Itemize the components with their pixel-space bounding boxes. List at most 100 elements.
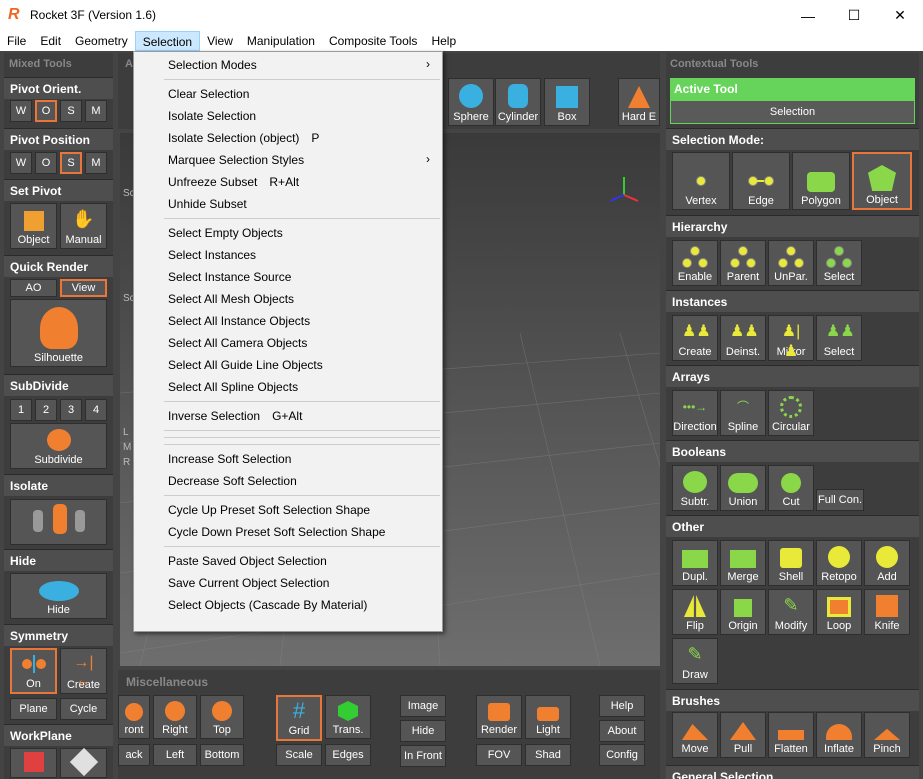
image-button[interactable]: Image — [400, 695, 446, 717]
menu-item-select-all-instance-objects[interactable]: Select All Instance Objects — [168, 311, 438, 331]
pivot-orient-o[interactable]: O — [35, 100, 57, 122]
menu-item-select-instance-source[interactable]: Select Instance Source — [168, 267, 438, 287]
menu-geometry[interactable]: Geometry — [68, 31, 135, 51]
array-spline-button[interactable]: ⌒ Spline — [720, 390, 766, 436]
menu-item-marquee-selection-styles[interactable]: Marquee Selection Styles — [168, 150, 438, 170]
help-button[interactable]: Help — [599, 695, 645, 717]
pivot-position-w[interactable]: W — [10, 152, 32, 174]
menu-item-unfreeze-subset[interactable]: Unfreeze Subset R+Alt — [168, 172, 438, 192]
fov-button[interactable]: FOV — [476, 744, 522, 766]
menu-item-select-instances[interactable]: Select Instances — [168, 245, 438, 265]
menu-item-save-current-object-selection[interactable]: Save Current Object Selection — [168, 573, 438, 593]
menu-item-isolate-selection-object[interactable]: Isolate Selection (object) P — [168, 128, 438, 148]
symmetry-on-button[interactable]: On — [10, 648, 57, 694]
menu-item-decrease-soft-selection[interactable]: Decrease Soft Selection — [168, 471, 438, 491]
menu-item-isolate-selection[interactable]: Isolate Selection — [168, 106, 438, 126]
pivot-orient-s[interactable]: S — [60, 100, 82, 122]
duplicate-button[interactable]: Dupl. — [672, 540, 718, 586]
bottom-view-button[interactable]: Bottom — [200, 744, 244, 766]
menu-item-paste-saved-object-selection[interactable]: Paste Saved Object Selection — [168, 551, 438, 571]
instances-create-button[interactable]: ♟♟ Create — [672, 315, 718, 361]
set-pivot-object-button[interactable]: Object — [10, 203, 57, 249]
hard-edge-button[interactable]: Hard E — [618, 78, 660, 126]
config-button[interactable]: Config — [599, 744, 645, 766]
brush-inflate-button[interactable]: Inflate — [816, 712, 862, 758]
menu-item-unhide-subset[interactable]: Unhide Subset — [168, 194, 438, 214]
workplane-grid-button[interactable] — [10, 748, 57, 778]
subdivide-level-4[interactable]: 4 — [85, 399, 107, 421]
menu-composite-tools[interactable]: Composite Tools — [322, 31, 425, 51]
in-front-button[interactable]: In Front — [400, 745, 446, 767]
menu-item-select-objects-cascade-by-material[interactable]: Select Objects (Cascade By Material) — [168, 595, 438, 615]
selection-mode-object[interactable]: Object — [852, 152, 912, 210]
menu-item-cycle-down-preset-soft-selection-shape[interactable]: Cycle Down Preset Soft Selection Shape — [168, 522, 438, 542]
menu-item-select-all-mesh-objects[interactable]: Select All Mesh Objects — [168, 289, 438, 309]
subdivide-level-1[interactable]: 1 — [10, 399, 32, 421]
array-circular-button[interactable]: Circular — [768, 390, 814, 436]
boolean-union-button[interactable]: Union — [720, 465, 766, 511]
cylinder-button[interactable]: Cylinder — [495, 78, 541, 126]
shell-button[interactable]: Shell — [768, 540, 814, 586]
shadow-button[interactable]: Shad — [525, 744, 571, 766]
render-button[interactable]: Render — [476, 695, 522, 739]
boolean-cut-button[interactable]: Cut — [768, 465, 814, 511]
quick-render-ao-button[interactable]: AO — [10, 279, 57, 297]
loop-button[interactable]: Loop — [816, 589, 862, 635]
maximize-button[interactable]: ☐ — [831, 0, 877, 31]
hierarchy-select-button[interactable]: Select — [816, 240, 862, 286]
scale-button[interactable]: Scale — [276, 744, 322, 766]
menu-manipulation[interactable]: Manipulation — [240, 31, 322, 51]
menu-help[interactable]: Help — [424, 31, 463, 51]
pivot-position-m[interactable]: M — [85, 152, 107, 174]
menu-item-select-all-spline-objects[interactable]: Select All Spline Objects — [168, 377, 438, 397]
retopo-button[interactable]: Retopo — [816, 540, 862, 586]
menu-item-cycle-up-preset-soft-selection-shape[interactable]: Cycle Up Preset Soft Selection Shape — [168, 500, 438, 520]
boolean-full-con-button[interactable]: Full Con. — [816, 489, 864, 511]
instances-mirror-button[interactable]: ♟|♟ Mirror — [768, 315, 814, 361]
menu-item-select-all-camera-objects[interactable]: Select All Camera Objects — [168, 333, 438, 353]
close-button[interactable]: ✕ — [877, 0, 923, 31]
instances-deinstance-button[interactable]: ♟♟ Deinst. — [720, 315, 766, 361]
light-button[interactable]: Light — [525, 695, 571, 739]
menu-selection[interactable]: Selection — [134, 31, 201, 51]
subdivide-level-2[interactable]: 2 — [35, 399, 57, 421]
selection-mode-polygon[interactable]: Polygon — [792, 152, 850, 210]
hierarchy-enable-button[interactable]: Enable — [672, 240, 718, 286]
pivot-position-o[interactable]: O — [35, 152, 57, 174]
boolean-subtract-button[interactable]: Subtr. — [672, 465, 718, 511]
hierarchy-unparent-button[interactable]: UnPar. — [768, 240, 814, 286]
symmetry-create-button[interactable]: →|← Create — [60, 648, 107, 694]
menu-item-inverse-selection[interactable]: Inverse Selection G+Alt — [168, 406, 438, 426]
flip-button[interactable]: Flip — [672, 589, 718, 635]
knife-button[interactable]: Knife — [864, 589, 910, 635]
add-button[interactable]: Add — [864, 540, 910, 586]
hide-misc-button[interactable]: Hide — [400, 720, 446, 742]
sphere-button[interactable]: Sphere — [448, 78, 494, 126]
back-view-button[interactable]: ack — [118, 744, 150, 766]
pivot-position-s[interactable]: S — [60, 152, 82, 174]
modify-button[interactable]: ✎ Modify — [768, 589, 814, 635]
top-view-button[interactable]: Top — [200, 695, 244, 739]
selection-mode-edge[interactable]: Edge — [732, 152, 790, 210]
box-button[interactable]: Box — [544, 78, 590, 126]
about-button[interactable]: About — [599, 720, 645, 742]
symmetry-cycle-button[interactable]: Cycle — [60, 698, 107, 720]
hide-button[interactable]: Hide — [10, 573, 107, 619]
draw-button[interactable]: ✎ Draw — [672, 638, 718, 684]
set-pivot-manual-button[interactable]: ✋ Manual — [60, 203, 107, 249]
menu-item-select-empty-objects[interactable]: Select Empty Objects — [168, 223, 438, 243]
array-direction-button[interactable]: •••→ Direction — [672, 390, 718, 436]
edges-button[interactable]: Edges — [325, 744, 371, 766]
brush-flatten-button[interactable]: Flatten — [768, 712, 814, 758]
symmetry-plane-button[interactable]: Plane — [10, 698, 57, 720]
left-view-button[interactable]: Left — [153, 744, 197, 766]
subdivide-level-3[interactable]: 3 — [60, 399, 82, 421]
pivot-orient-w[interactable]: W — [10, 100, 32, 122]
brush-pinch-button[interactable]: Pinch — [864, 712, 910, 758]
instances-select-button[interactable]: ♟♟ Select — [816, 315, 862, 361]
selection-mode-vertex[interactable]: Vertex — [672, 152, 730, 210]
origin-button[interactable]: Origin — [720, 589, 766, 635]
isolate-button[interactable] — [10, 499, 107, 545]
menu-edit[interactable]: Edit — [33, 31, 68, 51]
grid-button[interactable]: # Grid — [276, 695, 322, 741]
